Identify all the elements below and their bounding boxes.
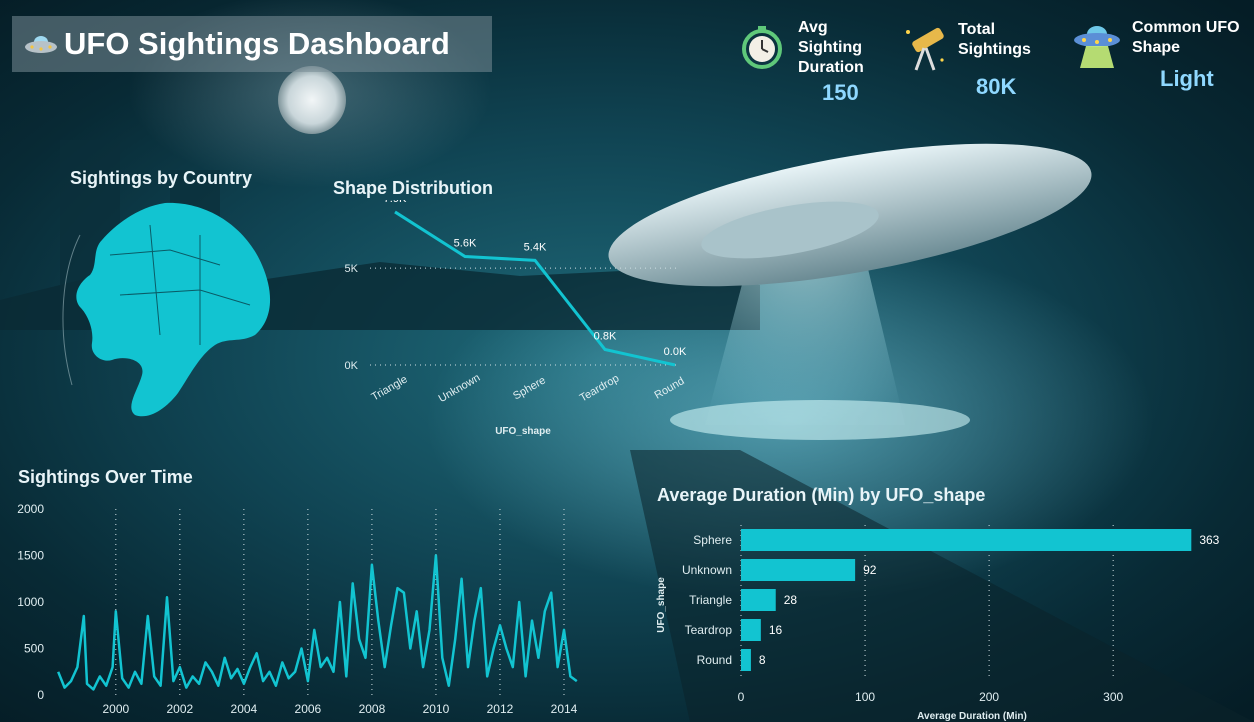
- bar: [741, 619, 761, 641]
- kpi-common-shape: Common UFO Shape Light: [1072, 18, 1242, 108]
- data-label: 16: [769, 623, 783, 637]
- y-tick-label: Unknown: [682, 563, 732, 577]
- x-tick-label: Sphere: [511, 374, 548, 402]
- data-label: 363: [1199, 533, 1219, 547]
- world-map: [62, 202, 271, 417]
- x-tick-label: 2010: [423, 702, 450, 716]
- y-tick-label: Teardrop: [685, 623, 733, 637]
- title-banner: UFO Sightings Dashboard: [12, 16, 492, 72]
- x-tick-label: 100: [855, 690, 875, 704]
- x-tick-label: 2002: [166, 702, 193, 716]
- x-tick-label: Round: [652, 375, 686, 402]
- shape-distribution-chart: 0K 5K 7.9K Triangle 5.6K Unknown 5.4K Sphere 0.8…: [345, 200, 687, 437]
- x-tick-label: 300: [1103, 690, 1123, 704]
- x-tick-label: 2014: [551, 702, 578, 716]
- kpi-label: Common UFO: [1132, 19, 1240, 36]
- flying-saucer-icon: [25, 36, 57, 53]
- beam-glow-shape: [670, 400, 970, 440]
- kpi-value: 150: [822, 80, 859, 105]
- y-tick-label: Round: [697, 653, 732, 667]
- data-label: 8: [759, 653, 766, 667]
- kpi-label: Sighting: [798, 39, 862, 56]
- kpi-avg-duration: Avg Sighting Duration 150: [740, 18, 870, 108]
- x-tick-label: Unknown: [437, 372, 483, 405]
- kpi-value: Light: [1160, 66, 1214, 91]
- bar: [741, 649, 751, 671]
- data-label: 0.8K: [594, 331, 617, 343]
- sightings-over-time-chart: 0 500 1000 1500 2000 2000 2002 2004 2006 2008 2010…: [17, 502, 578, 716]
- kpi-value: 80K: [976, 74, 1017, 99]
- ufo-icon: [1074, 26, 1120, 68]
- x-axis-label: Average Duration (Min): [917, 711, 1027, 722]
- x-tick-label: Teardrop: [578, 372, 622, 404]
- data-label: 0.0K: [664, 346, 687, 358]
- telescope-icon: [906, 27, 944, 71]
- x-tick-label: 2006: [295, 702, 322, 716]
- page-title: UFO Sightings Dashboard: [64, 26, 450, 61]
- data-label: 5.6K: [454, 238, 477, 250]
- map-title: Sightings by Country: [70, 168, 252, 188]
- series-line: [57, 554, 578, 691]
- y-tick-label: 1000: [17, 595, 44, 609]
- y-axis-label: UFO_shape: [656, 577, 667, 633]
- kpi-label: Sightings: [958, 41, 1031, 58]
- series-line: [394, 210, 676, 367]
- y-tick-label: 500: [24, 642, 44, 656]
- y-tick-label: 1500: [17, 549, 44, 563]
- bar: [741, 559, 856, 581]
- data-label: 5.4K: [524, 241, 547, 253]
- data-label: 28: [784, 593, 798, 607]
- x-tick-label: Triangle: [369, 373, 409, 403]
- data-label: 7.9K: [384, 200, 407, 205]
- kpi-label: Shape: [1132, 39, 1181, 56]
- y-tick-label: 5K: [345, 263, 359, 275]
- y-tick-label: Sphere: [693, 533, 732, 547]
- bar: [741, 529, 1192, 551]
- sightings-over-time-title: Sightings Over Time: [18, 467, 193, 487]
- y-tick-label: 2000: [17, 502, 44, 516]
- x-axis-label: UFO_shape: [495, 426, 551, 437]
- data-label: 92: [863, 563, 877, 577]
- kpi-total-sightings: Total Sightings 80K: [900, 18, 1040, 108]
- y-tick-label: 0: [37, 688, 44, 702]
- x-tick-label: 2012: [487, 702, 514, 716]
- x-tick-label: 2004: [231, 702, 258, 716]
- shape-distribution-title: Shape Distribution: [333, 178, 494, 198]
- stopwatch-icon: [742, 26, 782, 69]
- x-tick-label: 2000: [102, 702, 129, 716]
- kpi-label: Avg: [798, 19, 828, 36]
- avg-duration-chart: 0 100 200 300 Sphere 363 Unknown 92 Triangle 28 Te…: [656, 525, 1220, 722]
- bar: [741, 589, 776, 611]
- y-tick-label: Triangle: [689, 593, 732, 607]
- kpi-label: Total: [958, 21, 996, 38]
- x-tick-label: 200: [979, 690, 999, 704]
- avg-duration-title: Average Duration (Min) by UFO_shape: [657, 485, 986, 505]
- x-tick-label: 2008: [359, 702, 386, 716]
- x-tick-label: 0: [738, 690, 745, 704]
- kpi-label: Duration: [798, 59, 864, 76]
- y-tick-label: 0K: [345, 360, 359, 372]
- moon-shape: [278, 66, 346, 134]
